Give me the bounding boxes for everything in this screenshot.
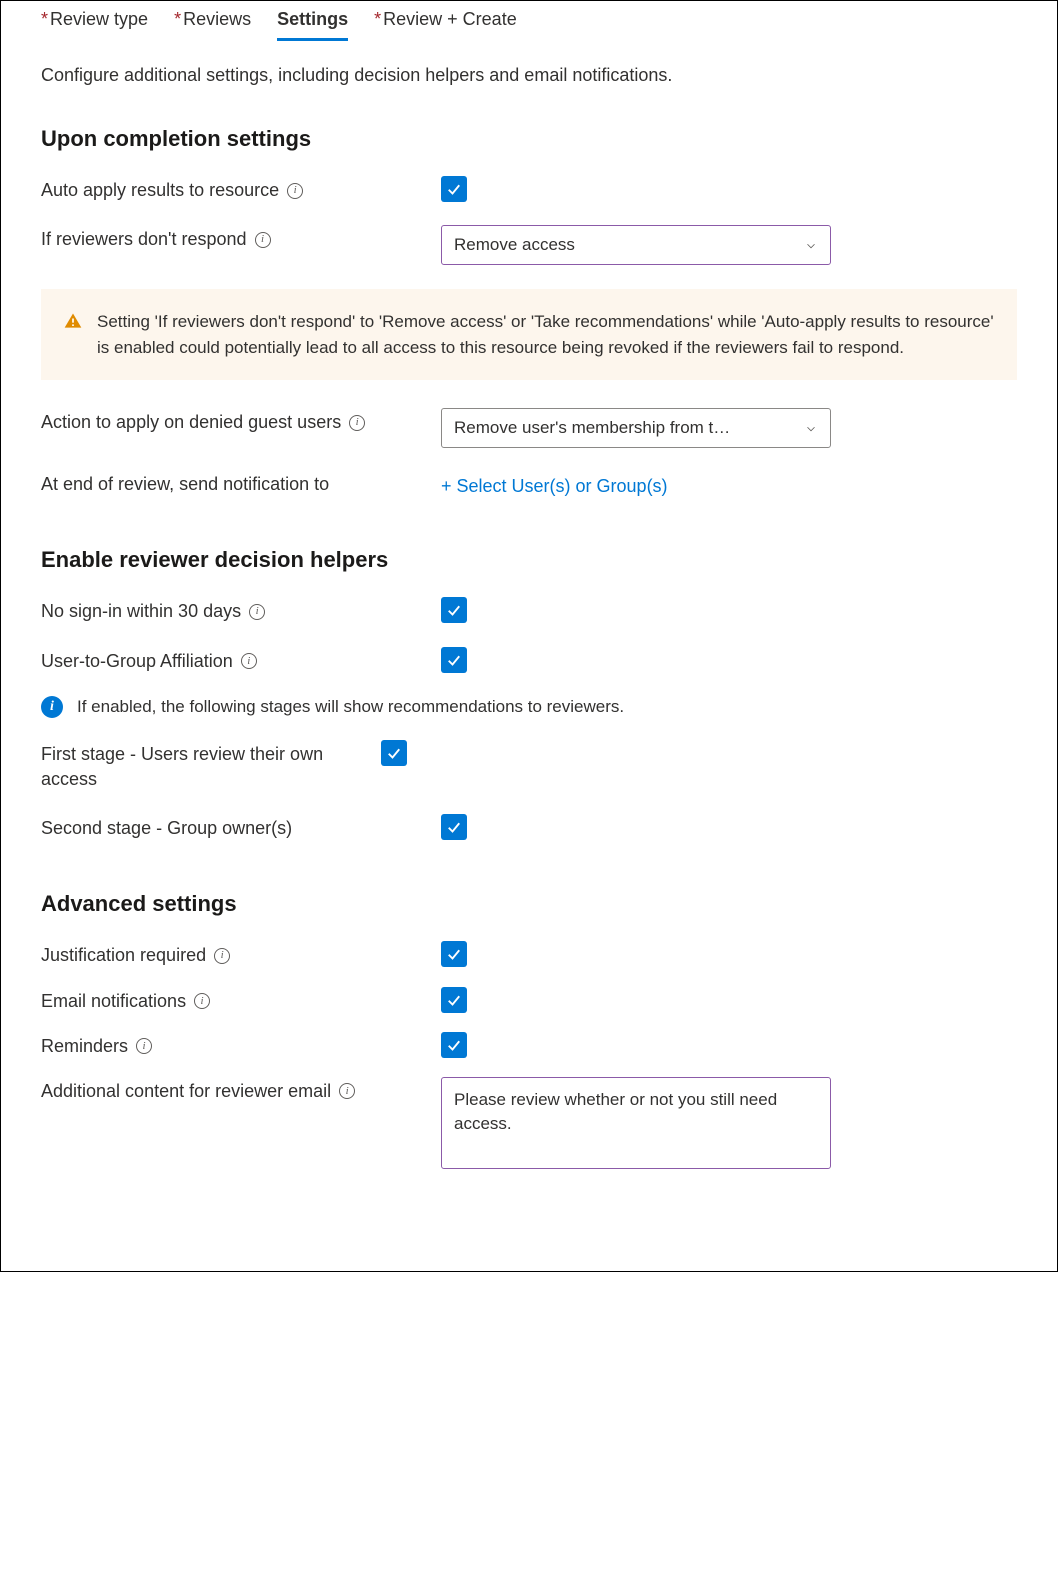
info-icon[interactable]: i (241, 653, 257, 669)
info-circle-icon: i (41, 696, 63, 718)
additional-content-textarea[interactable] (441, 1077, 831, 1169)
reminders-label: Reminders (41, 1034, 128, 1059)
intro-text: Configure additional settings, including… (41, 65, 1017, 86)
notify-label: At end of review, send notification to (41, 472, 329, 497)
info-icon[interactable]: i (287, 183, 303, 199)
stage1-checkbox[interactable] (381, 740, 407, 766)
email-notifications-checkbox[interactable] (441, 987, 467, 1013)
affiliation-checkbox[interactable] (441, 647, 467, 673)
info-icon[interactable]: i (214, 948, 230, 964)
section-heading-advanced: Advanced settings (41, 891, 1017, 917)
chevron-down-icon (804, 421, 818, 435)
warning-text: Setting 'If reviewers don't respond' to … (97, 309, 995, 360)
section-heading-helpers: Enable reviewer decision helpers (41, 547, 1017, 573)
stage2-checkbox[interactable] (441, 814, 467, 840)
no-respond-label: If reviewers don't respond (41, 227, 247, 252)
justification-label: Justification required (41, 943, 206, 968)
tab-review-create[interactable]: *Review + Create (374, 5, 517, 41)
section-heading-completion: Upon completion settings (41, 126, 1017, 152)
auto-apply-checkbox[interactable] (441, 176, 467, 202)
stage2-label: Second stage - Group owner(s) (41, 816, 292, 841)
tab-settings[interactable]: Settings (277, 5, 348, 41)
warning-icon (63, 311, 83, 331)
no-signin-label: No sign-in within 30 days (41, 599, 241, 624)
info-icon[interactable]: i (249, 604, 265, 620)
required-asterisk: * (41, 9, 48, 29)
required-asterisk: * (374, 9, 381, 29)
select-users-link[interactable]: + Select User(s) or Group(s) (441, 470, 668, 497)
info-icon[interactable]: i (194, 993, 210, 1009)
denied-guest-label: Action to apply on denied guest users (41, 410, 341, 435)
select-value: Remove user's membership from t… (454, 418, 730, 438)
warning-panel: Setting 'If reviewers don't respond' to … (41, 289, 1017, 380)
info-panel: i If enabled, the following stages will … (41, 696, 1017, 718)
additional-content-label: Additional content for reviewer email (41, 1079, 331, 1104)
no-signin-checkbox[interactable] (441, 597, 467, 623)
required-asterisk: * (174, 9, 181, 29)
chevron-down-icon (804, 238, 818, 252)
affiliation-label: User-to-Group Affiliation (41, 649, 233, 674)
stage1-label: First stage - Users review their own acc… (41, 742, 381, 792)
reminders-checkbox[interactable] (441, 1032, 467, 1058)
no-respond-select[interactable]: Remove access (441, 225, 831, 265)
info-text: If enabled, the following stages will sh… (77, 697, 624, 717)
justification-checkbox[interactable] (441, 941, 467, 967)
select-value: Remove access (454, 235, 575, 255)
info-icon[interactable]: i (339, 1083, 355, 1099)
email-notifications-label: Email notifications (41, 989, 186, 1014)
info-icon[interactable]: i (136, 1038, 152, 1054)
tab-review-type[interactable]: *Review type (41, 5, 148, 41)
info-icon[interactable]: i (255, 232, 271, 248)
denied-guest-select[interactable]: Remove user's membership from t… (441, 408, 831, 448)
auto-apply-label: Auto apply results to resource (41, 178, 279, 203)
info-icon[interactable]: i (349, 415, 365, 431)
wizard-tabs: *Review type *Reviews Settings *Review +… (41, 1, 1017, 41)
tab-reviews[interactable]: *Reviews (174, 5, 251, 41)
